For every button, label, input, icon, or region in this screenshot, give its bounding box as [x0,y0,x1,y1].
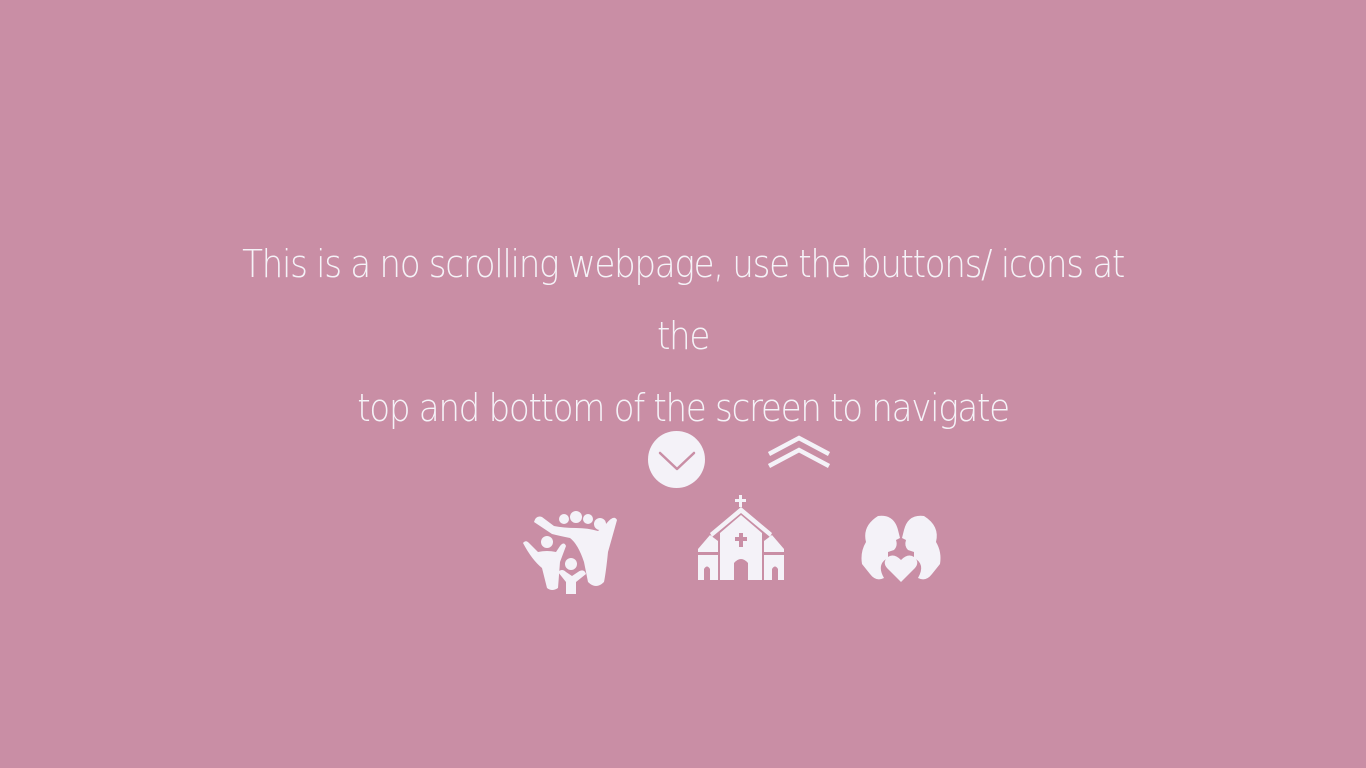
church-icon [698,495,784,580]
church-nav-button[interactable] [694,493,788,582]
couple-nav-button[interactable] [858,512,944,584]
intro-message: This is a no scrolling webpage, use the … [233,228,1133,444]
family-nav-button[interactable] [520,508,620,596]
scroll-up-button[interactable] [766,434,832,470]
chevron-down-icon [658,451,695,470]
double-chevron-up-icon [767,435,831,468]
intro-message-line-1: This is a no scrolling webpage, use the … [242,242,1125,358]
scroll-down-button[interactable] [648,431,705,488]
couple-heart-icon [861,515,941,582]
family-icon [523,511,617,594]
